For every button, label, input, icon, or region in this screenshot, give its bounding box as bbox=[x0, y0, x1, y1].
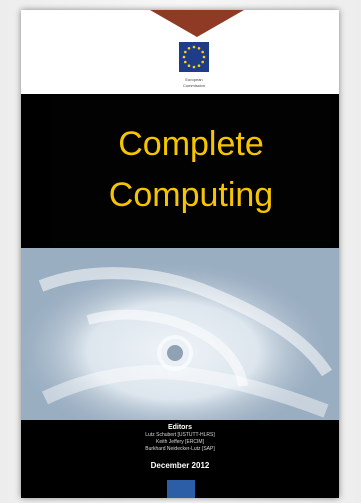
cover-title-line2: Computing bbox=[108, 176, 274, 214]
editor-name: Lutz Schubert [USTUTT-HLRS] bbox=[145, 432, 215, 438]
report-cover: European Commission Complete Computing E… bbox=[21, 10, 339, 498]
editor-name: Burkhard Neidecker-Lutz [SAP] bbox=[145, 446, 215, 452]
cover-badge bbox=[167, 480, 195, 498]
eu-commission-logo: European Commission bbox=[171, 42, 217, 90]
eu-flag-icon bbox=[179, 42, 209, 72]
title-block: Complete Computing bbox=[51, 96, 331, 246]
logo-text-line1: European bbox=[185, 77, 203, 82]
editors-heading: Editors bbox=[167, 424, 193, 431]
down-arrow-tab bbox=[150, 10, 244, 37]
logo-text-line2: Commission bbox=[182, 83, 205, 88]
editors-section: Editors Lutz Schubert [USTUTT-HLRS] Keit… bbox=[21, 423, 339, 453]
editor-name: Keith Jeffery [ERCIM] bbox=[156, 439, 204, 445]
cover-title-line1: Complete bbox=[118, 125, 264, 163]
hurricane-photo bbox=[21, 248, 339, 420]
publication-date: December 2012 bbox=[150, 461, 210, 470]
